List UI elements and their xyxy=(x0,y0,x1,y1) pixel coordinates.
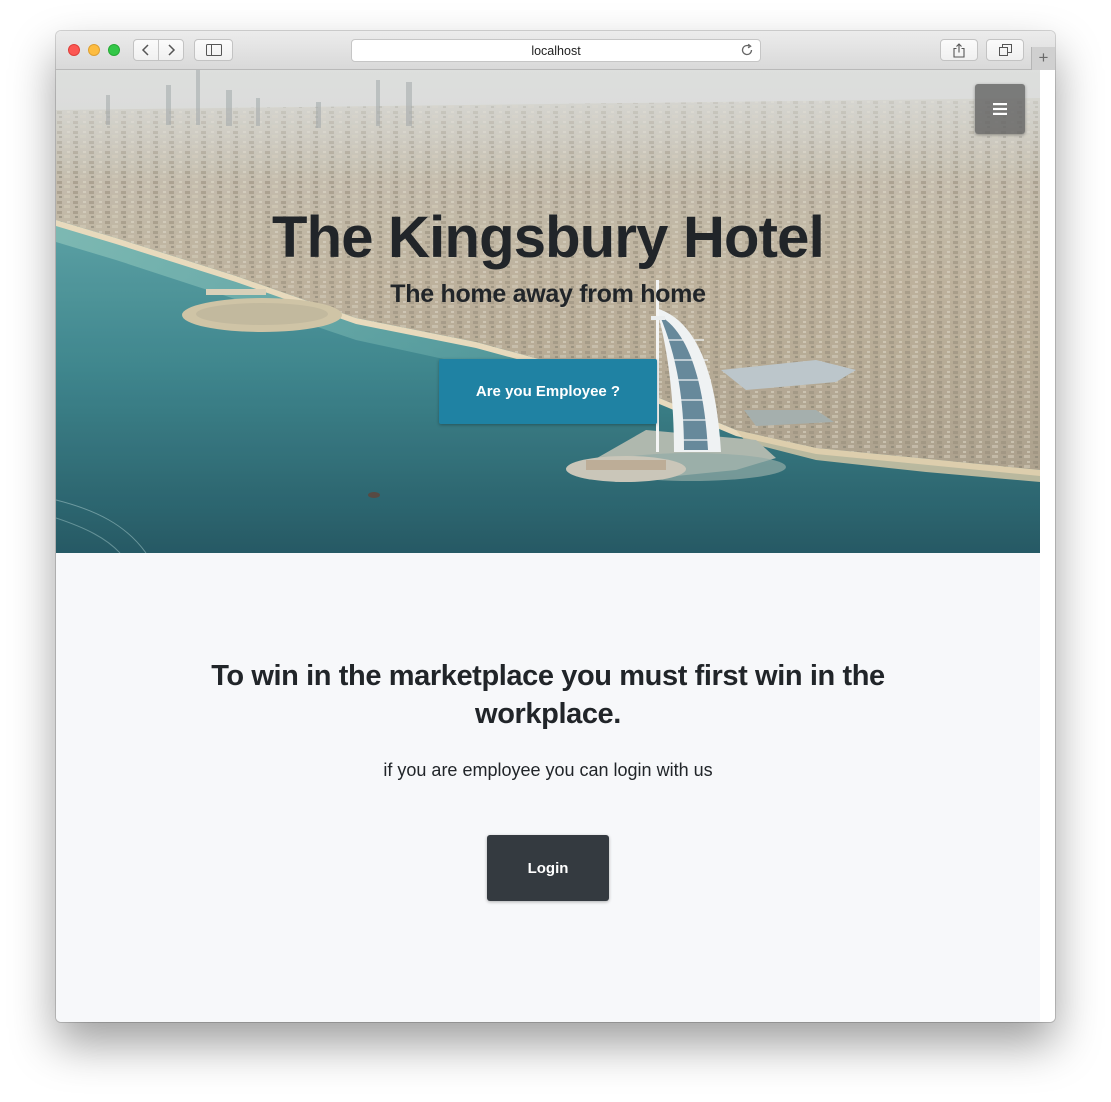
scrollbar-track xyxy=(1040,70,1055,1022)
sidebar-icon xyxy=(205,44,222,56)
close-window-button[interactable] xyxy=(68,44,80,56)
hamburger-menu-icon xyxy=(993,103,1007,115)
login-button[interactable]: Login xyxy=(487,835,609,901)
hero-background-image xyxy=(56,70,1040,553)
hotel-title: The Kingsbury Hotel xyxy=(272,205,825,270)
reload-icon[interactable] xyxy=(740,43,754,62)
back-button[interactable] xyxy=(133,39,159,61)
share-icon xyxy=(953,42,965,58)
new-tab-button[interactable]: + xyxy=(1031,47,1055,70)
browser-toolbar: localhost + xyxy=(56,31,1055,70)
share-button[interactable] xyxy=(940,39,978,61)
chevron-left-icon xyxy=(141,44,149,56)
minimize-window-button[interactable] xyxy=(88,44,100,56)
tabs-overview-icon xyxy=(998,44,1012,56)
tab-overview-button[interactable] xyxy=(986,39,1024,61)
chevron-right-icon xyxy=(168,44,176,56)
plus-icon: + xyxy=(1038,48,1049,67)
browser-window: localhost + The Kingsbury Hotel The home… xyxy=(56,31,1055,1022)
address-bar[interactable]: localhost xyxy=(351,39,761,62)
section-subtext: if you are employee you can login with u… xyxy=(383,760,713,780)
section-heading: To win in the marketplace you must first… xyxy=(211,660,885,730)
address-url: localhost xyxy=(531,44,581,58)
sidebar-toggle-button[interactable] xyxy=(194,39,233,61)
menu-toggle-button[interactable] xyxy=(975,84,1025,134)
forward-button[interactable] xyxy=(158,39,184,61)
employee-button[interactable]: Are you Employee ? xyxy=(439,359,657,424)
page-content: The Kingsbury Hotel The home away from h… xyxy=(56,70,1040,1022)
employee-login-section: To win in the marketplace you must first… xyxy=(56,553,1040,1022)
hero-section: The Kingsbury Hotel The home away from h… xyxy=(56,70,1040,553)
zoom-window-button[interactable] xyxy=(108,44,120,56)
hotel-tagline: The home away from home xyxy=(390,280,706,308)
